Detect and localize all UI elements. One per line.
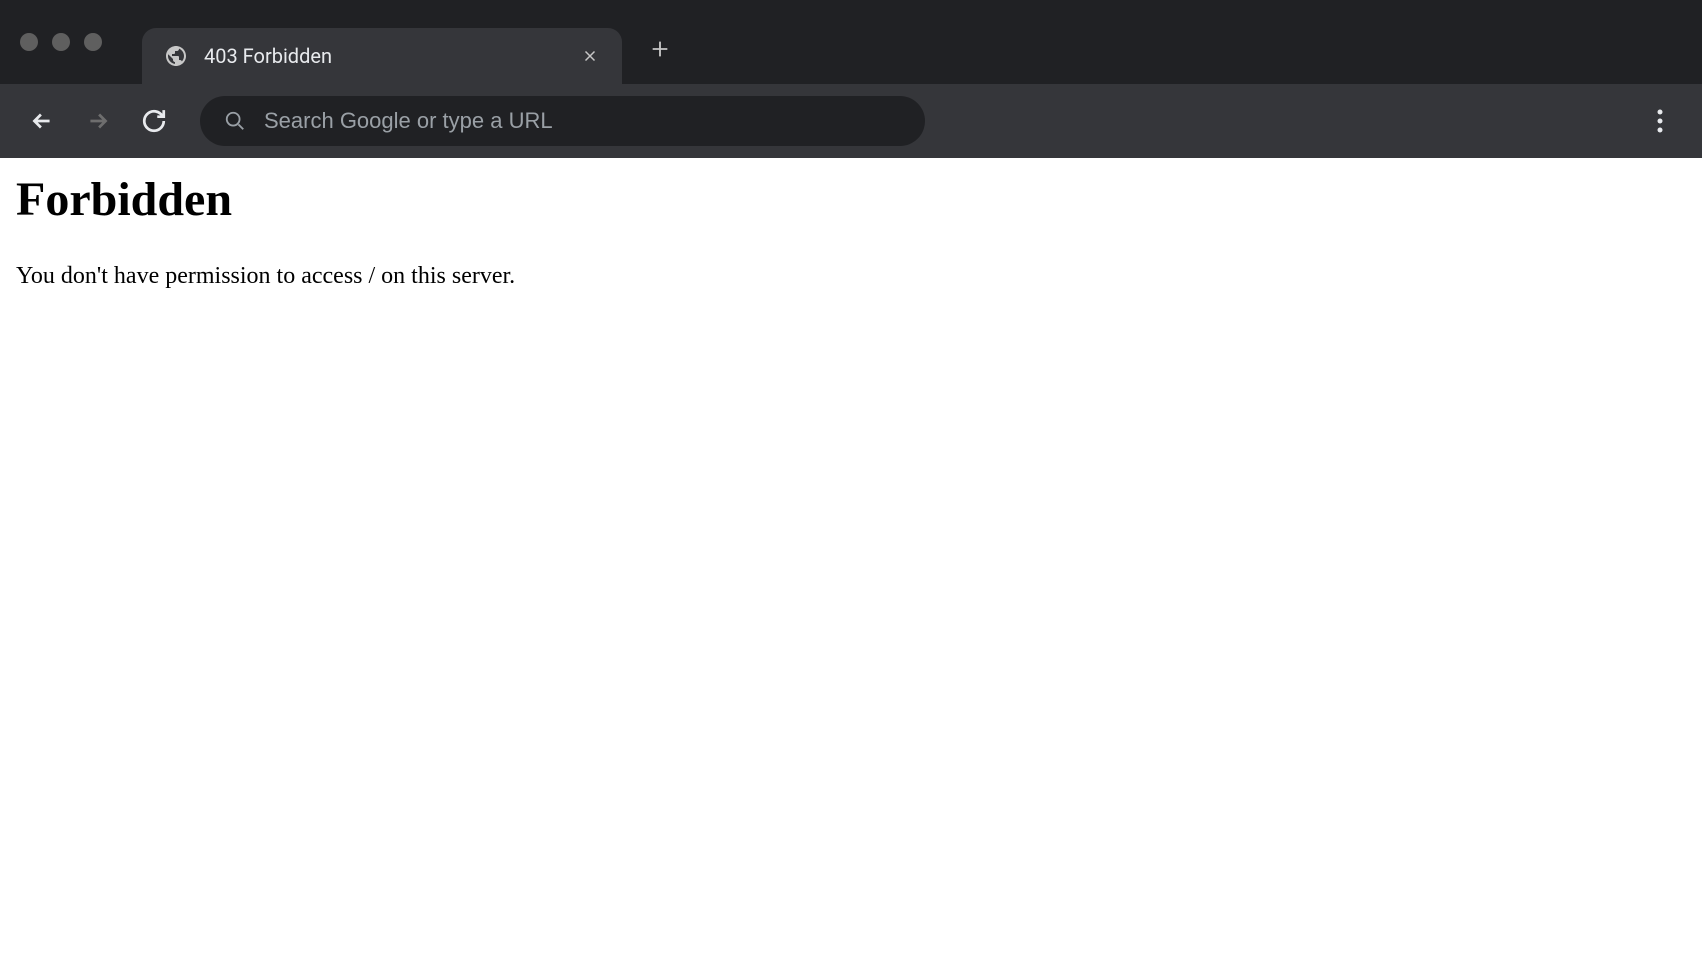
minimize-window-button[interactable] (52, 33, 70, 51)
tab-bar: 403 Forbidden (0, 0, 1702, 84)
reload-button[interactable] (132, 99, 176, 143)
error-heading: Forbidden (16, 172, 1686, 227)
maximize-window-button[interactable] (84, 33, 102, 51)
address-bar[interactable] (200, 96, 925, 146)
globe-icon (164, 44, 188, 68)
menu-button[interactable] (1638, 99, 1682, 143)
search-icon (224, 110, 246, 132)
browser-toolbar (0, 84, 1702, 158)
browser-chrome: 403 Forbidden (0, 0, 1702, 158)
browser-tab[interactable]: 403 Forbidden (142, 28, 622, 84)
forward-button[interactable] (76, 99, 120, 143)
window-controls (20, 33, 102, 51)
close-tab-button[interactable] (576, 42, 604, 70)
error-message: You don't have permission to access / on… (16, 263, 1686, 290)
close-window-button[interactable] (20, 33, 38, 51)
new-tab-button[interactable] (640, 29, 680, 69)
address-input[interactable] (264, 108, 901, 134)
back-button[interactable] (20, 99, 64, 143)
tab-title: 403 Forbidden (204, 44, 560, 68)
page-content: Forbidden You don't have permission to a… (0, 158, 1702, 304)
